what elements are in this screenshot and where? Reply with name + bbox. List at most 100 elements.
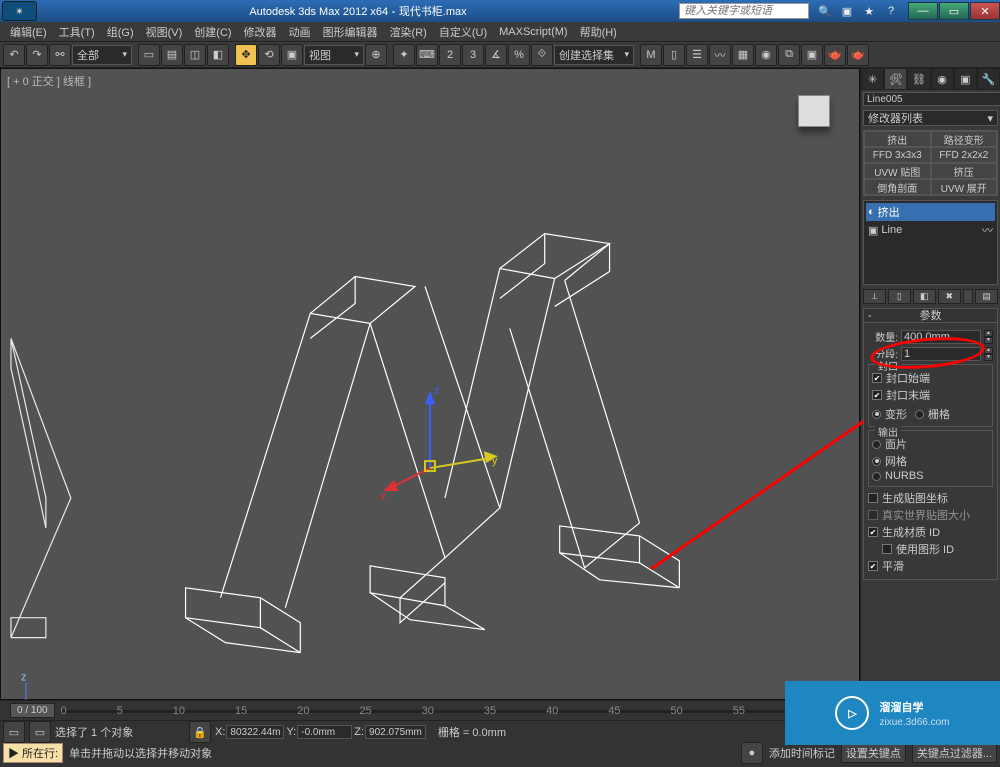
z-coord[interactable]: 902.075mm	[365, 725, 426, 739]
menu-custom[interactable]: 自定义(U)	[433, 22, 493, 42]
cap-end-check[interactable]: ✔封口末端	[872, 387, 989, 403]
menu-modifiers[interactable]: 修改器	[238, 22, 283, 42]
btn-squeeze[interactable]: 挤压	[931, 163, 998, 179]
time-tag[interactable]: 添加时间标记	[769, 745, 835, 761]
y-coord[interactable]: -0.0mm	[297, 725, 352, 739]
display-tab[interactable]: ▣	[954, 68, 977, 90]
hierarchy-tab[interactable]: ⛓	[907, 68, 930, 90]
app-logo[interactable]: ✴	[2, 1, 37, 21]
kbd-button[interactable]: ⌨	[416, 44, 438, 66]
help-search-input[interactable]	[679, 3, 809, 19]
x-coord[interactable]: 80322.44m	[226, 725, 284, 739]
pivot-button[interactable]: ⊕	[365, 44, 387, 66]
undo-button[interactable]: ↶	[3, 44, 25, 66]
viewport[interactable]: [ + 0 正交 ] 线框 ]	[0, 68, 860, 700]
grid-radio[interactable]: 栅格	[915, 406, 950, 422]
menu-anim[interactable]: 动画	[283, 22, 317, 42]
set-flyout-icon[interactable]: ▭	[3, 721, 25, 743]
snap3-button[interactable]: 3	[462, 44, 484, 66]
window-cross-button[interactable]: ◧	[207, 44, 229, 66]
align-button[interactable]: ▯	[663, 44, 685, 66]
layers-button[interactable]: ☰	[686, 44, 708, 66]
minimize-button[interactable]: —	[908, 2, 938, 20]
keyfilter-button[interactable]: 关键点过滤器...	[912, 743, 997, 763]
curve-button[interactable]: 〰	[709, 44, 731, 66]
gen-mat-check[interactable]: ✔生成材质 ID	[868, 524, 993, 540]
link-button[interactable]: ⚯	[49, 44, 71, 66]
object-name-field[interactable]	[863, 92, 1000, 106]
selection-filter[interactable]: 全部	[72, 45, 132, 65]
set-flyout2-icon[interactable]: ▭	[29, 721, 51, 743]
rfw-button[interactable]: ▣	[801, 44, 823, 66]
select-button[interactable]: ▭	[138, 44, 160, 66]
modify-tab[interactable]: 🛠	[884, 68, 907, 90]
unique-button[interactable]: ◧	[913, 289, 936, 304]
motion-tab[interactable]: ◉	[931, 68, 954, 90]
move-button[interactable]: ✥	[235, 44, 257, 66]
smooth-check[interactable]: ✔平滑	[868, 558, 993, 574]
close-button[interactable]: ✕	[970, 2, 1000, 20]
segs-spin-buttons[interactable]: ▲▼	[984, 347, 993, 361]
maximize-button[interactable]: ▭	[939, 2, 969, 20]
stack-extrude[interactable]: ◐挤出	[866, 203, 995, 221]
morph-radio[interactable]: 变形	[872, 406, 907, 422]
scale-button[interactable]: ▣	[281, 44, 303, 66]
snap2-button[interactable]: 2	[439, 44, 461, 66]
redo-button[interactable]: ↷	[26, 44, 48, 66]
menu-help[interactable]: 帮助(H)	[574, 22, 623, 42]
script-listener[interactable]: ▶ 所在行:	[3, 743, 63, 763]
spinner-button[interactable]: ⟐	[531, 44, 553, 66]
lock-button[interactable]: 🔒	[189, 721, 211, 743]
menu-render[interactable]: 渲染(R)	[384, 22, 433, 42]
select-name-button[interactable]: ▤	[161, 44, 183, 66]
menu-graph[interactable]: 图形编辑器	[317, 22, 384, 42]
material-button[interactable]: ◉	[755, 44, 777, 66]
nurbs-radio[interactable]: NURBS	[872, 470, 989, 482]
menu-group[interactable]: 组(G)	[101, 22, 140, 42]
remove-button[interactable]: ✖	[938, 289, 961, 304]
render-button[interactable]: 🫖	[824, 44, 846, 66]
search-icon[interactable]: 🔍	[817, 3, 833, 19]
pin-stack-button[interactable]: ⟂	[863, 289, 886, 304]
mesh-radio[interactable]: 网格	[872, 453, 989, 469]
btn-uvwmap[interactable]: UVW 贴图	[864, 163, 931, 179]
tag-button[interactable]: ●	[741, 742, 763, 764]
create-tab[interactable]: ✳	[861, 68, 884, 90]
menu-create[interactable]: 创建(C)	[188, 22, 237, 42]
anglesnap-button[interactable]: ∡	[485, 44, 507, 66]
btn-pathdeform[interactable]: 路径变形	[931, 131, 998, 147]
schematic-button[interactable]: ▦	[732, 44, 754, 66]
menu-script[interactable]: MAXScript(M)	[493, 24, 573, 40]
named-selection[interactable]: 创建选择集	[554, 45, 634, 65]
real-world-check[interactable]: 真实世界贴图大小	[868, 507, 993, 523]
btn-ffd2[interactable]: FFD 2x2x2	[931, 147, 998, 163]
rotate-button[interactable]: ⟲	[258, 44, 280, 66]
speech-icon[interactable]: ▣	[839, 3, 855, 19]
star-icon[interactable]: ★	[861, 3, 877, 19]
config-button[interactable]: ▤	[975, 289, 998, 304]
rollout-header[interactable]: 参数	[864, 309, 997, 323]
btn-ffd3[interactable]: FFD 3x3x3	[864, 147, 931, 163]
btn-extrude[interactable]: 挤出	[864, 131, 931, 147]
menu-edit[interactable]: 编辑(E)	[4, 22, 53, 42]
modifier-stack[interactable]: ◐挤出 ▣Line〰	[863, 200, 998, 285]
utilities-tab[interactable]: 🔧	[977, 68, 1000, 90]
use-shape-check[interactable]: 使用图形 ID	[868, 541, 993, 557]
help-icon[interactable]: ?	[883, 3, 899, 19]
time-range[interactable]: 0 / 100	[10, 703, 55, 718]
coord-system[interactable]: 视图	[304, 45, 364, 65]
menu-view[interactable]: 视图(V)	[140, 22, 189, 42]
percent-button[interactable]: %	[508, 44, 530, 66]
show-end-button[interactable]: ▯	[888, 289, 911, 304]
menu-tools[interactable]: 工具(T)	[53, 22, 101, 42]
btn-unwrap[interactable]: UVW 展开	[931, 179, 998, 195]
mirror-button[interactable]: М	[640, 44, 662, 66]
region-button[interactable]: ◫	[184, 44, 206, 66]
segs-spinner[interactable]: 1	[901, 347, 981, 361]
manip-button[interactable]: ✦	[393, 44, 415, 66]
amount-spin-buttons[interactable]: ▲▼	[984, 330, 993, 344]
quick-render-button[interactable]: 🫖	[847, 44, 869, 66]
amount-spinner[interactable]: 400.0mm	[901, 330, 981, 344]
modifier-list[interactable]: 修改器列表	[863, 110, 998, 126]
render-setup-button[interactable]: ⧉	[778, 44, 800, 66]
